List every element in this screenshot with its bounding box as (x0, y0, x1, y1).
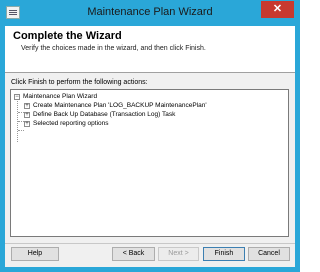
close-button[interactable]: ✕ (261, 1, 294, 18)
wizard-client-area: Complete the Wizard Verify the choices m… (5, 26, 295, 267)
actions-label: Click Finish to perform the following ac… (11, 79, 148, 86)
title-bar[interactable]: Maintenance Plan Wizard ✕ (0, 0, 300, 26)
actions-tree[interactable]: − Maintenance Plan Wizard + Create Maint… (10, 89, 289, 237)
tree-item-create-plan[interactable]: Create Maintenance Plan 'LOG_BACKUP Main… (33, 102, 207, 110)
expand-icon[interactable]: + (24, 103, 30, 109)
tree-item-reporting-options[interactable]: Selected reporting options (33, 120, 109, 128)
back-button[interactable]: < Back (112, 247, 155, 261)
expand-icon[interactable]: + (24, 112, 30, 118)
tree-connector (18, 130, 24, 131)
cancel-button[interactable]: Cancel (248, 247, 290, 261)
window-title: Maintenance Plan Wizard (87, 6, 213, 18)
page-subtitle: Verify the choices made in the wizard, a… (21, 45, 206, 52)
collapse-icon[interactable]: − (14, 94, 20, 100)
tree-item-backup-task[interactable]: Define Back Up Database (Transaction Log… (33, 111, 175, 119)
page-title: Complete the Wizard (13, 30, 122, 42)
wizard-header: Complete the Wizard Verify the choices m… (5, 26, 295, 73)
tree-root-label[interactable]: Maintenance Plan Wizard (23, 93, 97, 101)
expand-icon[interactable]: + (24, 121, 30, 127)
footer-divider (5, 243, 295, 244)
finish-button[interactable]: Finish (203, 247, 245, 261)
next-button[interactable]: Next > (158, 247, 199, 261)
wizard-window: Maintenance Plan Wizard ✕ Complete the W… (0, 0, 300, 272)
help-button[interactable]: Help (11, 247, 59, 261)
